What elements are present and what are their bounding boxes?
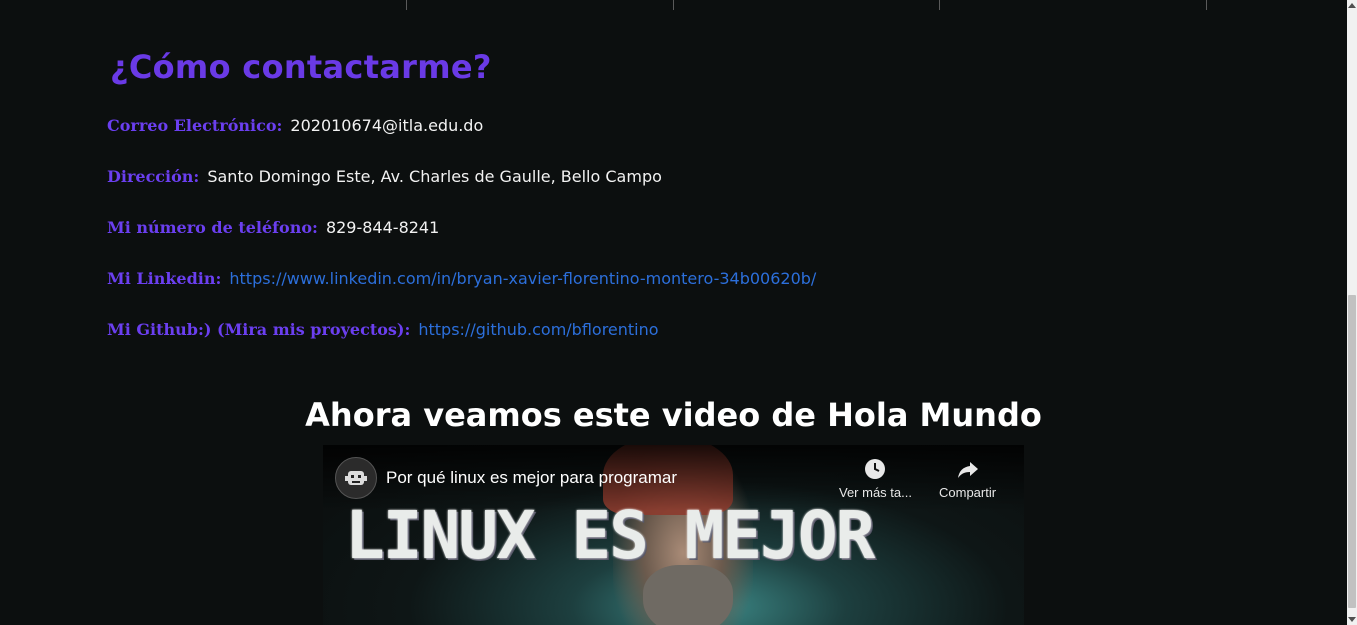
contact-label: Mi número de teléfono: bbox=[107, 218, 318, 237]
watch-later-button[interactable]: Ver más ta... bbox=[839, 457, 912, 500]
vertical-scrollbar[interactable] bbox=[1347, 0, 1357, 625]
page: ¿Cómo contactarme? Correo Electrónico: 20… bbox=[0, 0, 1357, 625]
scrollbar-thumb[interactable] bbox=[1348, 295, 1356, 608]
github-link[interactable]: https://github.com/bflorentino bbox=[418, 320, 658, 339]
contact-row-email: Correo Electrónico: 202010674@itla.edu.do bbox=[107, 116, 483, 135]
share-label: Compartir bbox=[939, 485, 997, 500]
contact-label: Correo Electrónico: bbox=[107, 116, 283, 135]
video-title[interactable]: Por qué linux es mejor para programar bbox=[386, 468, 677, 488]
contact-heading: ¿Cómo contactarme? bbox=[110, 48, 492, 86]
clock-icon bbox=[865, 459, 886, 479]
linkedin-link[interactable]: https://www.linkedin.com/in/bryan-xavier… bbox=[229, 269, 816, 288]
table-divider bbox=[406, 0, 407, 10]
contact-label: Mi Github:) (Mira mis proyectos): bbox=[107, 320, 411, 339]
table-divider bbox=[673, 0, 674, 10]
share-icon bbox=[957, 462, 978, 478]
contact-row-phone: Mi número de teléfono: 829-844-8241 bbox=[107, 218, 439, 237]
table-divider bbox=[1206, 0, 1207, 10]
email-value: 202010674@itla.edu.do bbox=[290, 116, 484, 135]
phone-value: 829-844-8241 bbox=[325, 218, 440, 237]
table-divider bbox=[939, 0, 940, 10]
contact-row-address: Dirección: Santo Domingo Este, Av. Charle… bbox=[107, 167, 662, 186]
contact-row-github: Mi Github:) (Mira mis proyectos): https:/… bbox=[107, 320, 659, 339]
youtube-embed[interactable]: LINUX ES MEJOR Por qué linux es mejor pa… bbox=[323, 445, 1024, 625]
contact-label: Mi Linkedin: bbox=[107, 269, 222, 288]
share-button[interactable]: Compartir bbox=[939, 457, 996, 500]
video-thumbnail-beard bbox=[643, 565, 733, 625]
video-heading: Ahora veamos este video de Hola Mundo bbox=[305, 396, 1042, 434]
watch-later-label: Ver más ta... bbox=[839, 485, 912, 500]
address-value: Santo Domingo Este, Av. Charles de Gaull… bbox=[207, 167, 662, 186]
channel-avatar-icon[interactable] bbox=[335, 457, 377, 499]
scroll-down-icon[interactable] bbox=[1348, 617, 1356, 622]
contact-label: Dirección: bbox=[107, 167, 200, 186]
contact-row-linkedin: Mi Linkedin: https://www.linkedin.com/in/… bbox=[107, 269, 816, 288]
scroll-up-icon[interactable] bbox=[1348, 3, 1356, 8]
